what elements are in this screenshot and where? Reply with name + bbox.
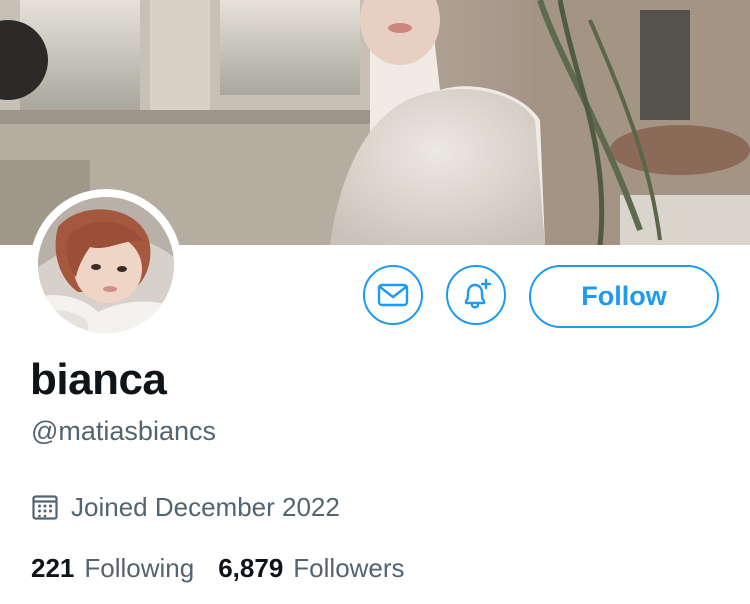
joined-date: Joined December 2022 bbox=[31, 490, 340, 524]
followers-count: 6,879 bbox=[218, 552, 284, 583]
bell-plus-icon bbox=[464, 278, 492, 309]
followers-label: Followers bbox=[293, 552, 405, 583]
calendar-icon bbox=[31, 493, 59, 521]
profile-page: Follow bianca @matiasbiancs Joined Decem… bbox=[0, 0, 750, 604]
following-count: 221 bbox=[31, 552, 75, 583]
following-label: Following bbox=[84, 552, 195, 583]
avatar-border bbox=[30, 189, 182, 341]
envelope-icon bbox=[377, 283, 409, 307]
follow-stats: 221 Following 6,879 Followers bbox=[31, 551, 405, 585]
follow-button[interactable]: Follow bbox=[529, 265, 719, 328]
notifications-button[interactable] bbox=[446, 265, 506, 325]
followers-link[interactable]: 6,879 Followers bbox=[218, 553, 404, 584]
message-button[interactable] bbox=[363, 265, 423, 325]
avatar-photo bbox=[38, 197, 174, 333]
display-name: bianca bbox=[30, 355, 167, 404]
avatar[interactable] bbox=[38, 197, 174, 333]
joined-text: Joined December 2022 bbox=[71, 491, 340, 522]
following-link[interactable]: 221 Following bbox=[31, 553, 194, 584]
user-handle: @matiasbiancs bbox=[31, 416, 216, 446]
